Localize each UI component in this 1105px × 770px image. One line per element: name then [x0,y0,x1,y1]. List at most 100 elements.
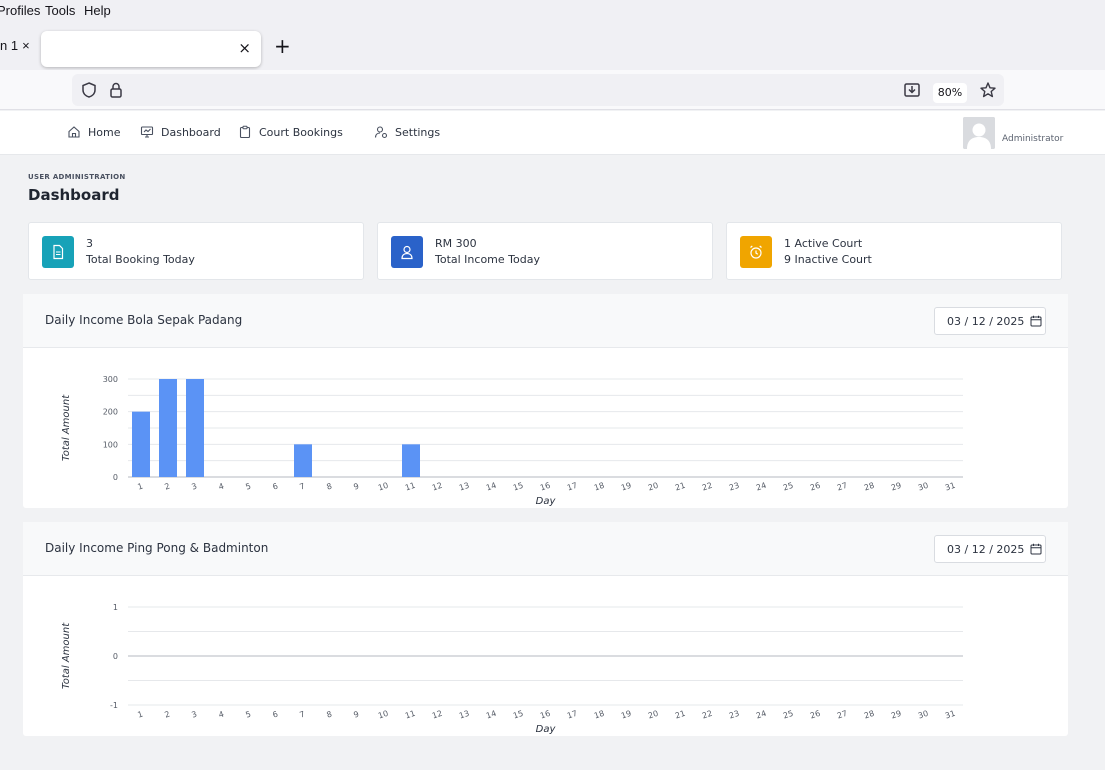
menu-profiles[interactable]: Profiles [0,3,40,18]
url-bar[interactable]: 80% [72,74,1004,106]
x-tick-label: 27 [836,481,848,493]
y-axis-label: Total Amount [61,622,72,689]
nav-settings-label: Settings [395,125,441,139]
new-tab-icon[interactable]: + [274,36,291,56]
user-role: Administrator [1002,134,1064,144]
x-tick-label: 22 [701,709,713,721]
x-tick-label: 21 [674,481,686,493]
x-tick-label: 28 [863,709,875,721]
x-tick-label: 31 [944,481,956,493]
user-avatar-icon [963,117,995,149]
menu-help[interactable]: Help [84,3,111,18]
nav-court-bookings[interactable]: Court Bookings [238,125,343,139]
user-icon [401,245,413,260]
x-tick-label: 24 [755,481,767,493]
user-gear-icon [374,126,388,139]
zoom-level[interactable]: 80% [933,83,967,103]
y-tick-label: 0 [113,473,118,482]
x-tick-label: 30 [917,481,929,493]
x-tick-label: 25 [782,709,794,721]
y-axis-label: Total Amount [61,394,72,461]
chart-card-header: Daily Income Bola Sepak Padang 03 / 12 /… [23,294,1068,348]
x-tick-label: 24 [755,709,767,721]
nav-dashboard[interactable]: Dashboard [140,125,221,139]
x-tick-label: 18 [593,481,605,493]
x-tick-label: 15 [512,709,524,721]
x-tick-label: 16 [539,709,551,721]
stat-value: 1 Active Court [784,237,863,250]
x-tick-label: 5 [244,482,252,492]
shield-icon[interactable] [80,81,98,99]
x-tick-label: 23 [728,481,740,493]
x-tick-label: 7 [298,482,306,492]
stat-label: 9 Inactive Court [784,253,872,266]
y-tick-label: 100 [103,440,118,449]
x-tick-label: 19 [620,709,632,721]
stat-card-income: RM 300 Total Income Today [377,222,713,280]
browser-tab-active[interactable]: × [41,31,261,67]
calendar-icon[interactable] [1030,543,1042,555]
x-tick-label: 4 [217,710,225,720]
x-tick-label: 5 [244,710,252,720]
browser-menubar: Profiles Tools Help [0,0,1105,22]
menu-tools[interactable]: Tools [45,3,75,18]
calendar-icon[interactable] [1030,315,1042,327]
stat-label: Total Booking Today [86,253,195,266]
x-tick-label: 6 [271,482,279,492]
x-tick-label: 26 [809,481,821,493]
avatar[interactable] [963,117,995,149]
date-picker[interactable]: 03 / 12 / 2025 [934,535,1046,563]
y-tick-label: 0 [113,652,118,661]
monitor-icon [140,126,154,138]
x-tick-label: 29 [890,709,902,721]
browser-tab-previous[interactable]: n 1 × [0,38,30,53]
x-tick-label: 29 [890,481,902,493]
x-tick-label: 1 [136,710,144,720]
browser-navbar: 80% [0,70,1105,110]
date-picker[interactable]: 03 / 12 / 2025 [934,307,1046,335]
x-tick-label: 17 [566,709,578,721]
stat-label: Total Income Today [435,253,540,266]
nav-dashboard-label: Dashboard [161,125,221,139]
nav-settings[interactable]: Settings [374,125,440,139]
y-tick-label: -1 [110,701,118,710]
income-bar-chart: 01002003001 2 3 4 5 6 7 8 9 10 11 12 13 14 15 16 17 18 19 2… [61,375,963,507]
stat-icon-box [42,236,74,268]
stat-value: RM 300 [435,237,477,250]
x-tick-label: 25 [782,481,794,493]
tab-close-icon[interactable]: × [238,39,251,57]
page-title: Dashboard [28,186,120,204]
app-header: Home Dashboard Court Bookings Settings A… [0,111,1105,155]
bookmark-star-icon[interactable] [979,81,997,99]
x-tick-label: 10 [377,709,389,721]
lock-icon[interactable] [107,81,125,99]
bar [132,411,150,477]
x-tick-label: 13 [458,481,470,493]
chart-card-ping-pong-badminton: Daily Income Ping Pong & Badminton 03 / … [23,522,1068,736]
date-value: 03 / 12 / 2025 [947,314,1025,328]
stat-card-bookings: 3 Total Booking Today [28,222,364,280]
x-tick-label: 2 [163,710,171,720]
x-tick-label: 3 [190,710,198,720]
alarm-clock-icon [750,245,762,259]
bar [294,444,312,477]
x-tick-label: 7 [298,710,306,720]
x-tick-label: 18 [593,709,605,721]
x-tick-label: 12 [431,709,443,721]
x-tick-label: 9 [352,710,360,720]
x-tick-label: 14 [485,709,497,721]
nav-home[interactable]: Home [67,125,120,139]
clipboard-icon [239,125,251,139]
x-tick-label: 20 [647,481,659,493]
x-tick-label: 8 [325,710,333,720]
x-tick-label: 12 [431,481,443,493]
download-icon[interactable] [903,81,921,99]
x-tick-label: 11 [404,709,416,721]
x-tick-label: 28 [863,481,875,493]
x-tick-label: 26 [809,709,821,721]
document-icon [53,244,64,260]
tab-close-icon[interactable]: × [22,38,30,53]
chart-card-bola-sepak: Daily Income Bola Sepak Padang 03 / 12 /… [23,294,1068,508]
x-tick-label: 11 [404,481,416,493]
chart-title: Daily Income Bola Sepak Padang [45,313,243,327]
